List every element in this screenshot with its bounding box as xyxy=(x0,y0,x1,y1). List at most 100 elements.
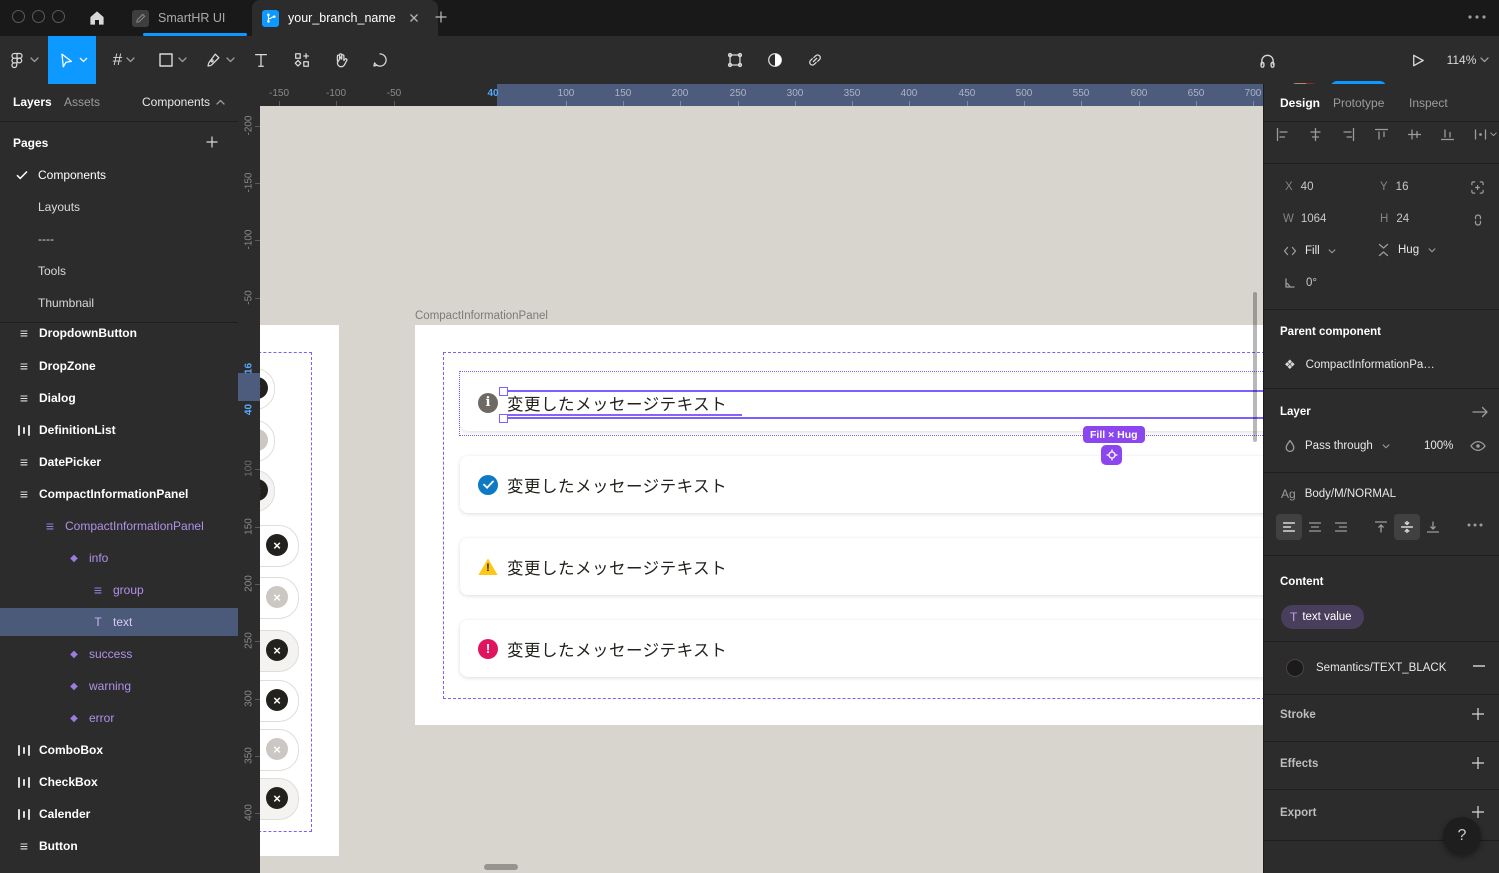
canvas[interactable]: × × × × × × × × × CompactInformationPane… xyxy=(238,84,1263,873)
visibility-toggle[interactable] xyxy=(1470,440,1486,452)
tab-prototype[interactable]: Prototype xyxy=(1333,96,1384,110)
window-overflow-menu[interactable] xyxy=(1466,13,1488,21)
vertical-resizing-control[interactable]: Hug xyxy=(1378,243,1436,257)
link-button[interactable] xyxy=(795,36,835,84)
text-tool[interactable] xyxy=(242,36,280,84)
move-tool[interactable] xyxy=(48,36,96,84)
fill-style-row[interactable]: Semantics/TEXT_BLACK xyxy=(1286,659,1446,677)
height-field[interactable]: H 24 xyxy=(1380,213,1409,225)
pen-tool[interactable] xyxy=(196,36,242,84)
x-field[interactable]: X 40 xyxy=(1285,181,1313,193)
auto-layout-handle[interactable] xyxy=(1101,445,1122,465)
window-close-button[interactable] xyxy=(12,10,25,23)
layer-goto-button[interactable] xyxy=(1472,405,1488,419)
page-switcher[interactable]: Components xyxy=(142,95,225,109)
error-panel-card[interactable]: ! 変更したメッセージテキスト xyxy=(460,620,1263,677)
vertical-align-top-button[interactable] xyxy=(1368,514,1394,540)
main-menu-button[interactable] xyxy=(0,36,47,84)
page-item-thumbnail[interactable]: Thumbnail xyxy=(0,289,276,317)
home-tab[interactable] xyxy=(86,7,108,29)
page-item-separator[interactable]: ---- xyxy=(0,225,276,253)
page-item-tools[interactable]: Tools xyxy=(0,257,276,285)
remove-fill-button[interactable] xyxy=(1473,665,1485,667)
zoom-menu[interactable]: 114% xyxy=(1440,36,1496,84)
rotation-field[interactable]: 0° xyxy=(1284,277,1317,289)
page-item-layouts[interactable]: Layouts xyxy=(0,193,276,221)
resources-tool[interactable] xyxy=(282,36,322,84)
layer-row-button[interactable]: ≡ Button xyxy=(0,832,254,860)
window-zoom-button[interactable] xyxy=(52,10,65,23)
layer-row-dropdownbutton[interactable]: ≡ DropdownButton xyxy=(0,319,254,347)
align-h-center-icon[interactable] xyxy=(1309,128,1322,141)
layer-row-compactinformationpanel[interactable]: ≡ CompactInformationPanel xyxy=(0,480,254,508)
vertical-align-bottom-button[interactable] xyxy=(1420,514,1446,540)
blend-mode-control[interactable]: Pass through xyxy=(1284,439,1390,453)
horizontal-resizing-control[interactable]: Fill xyxy=(1283,245,1336,257)
layer-row-definitionlist[interactable]: DefinitionList xyxy=(0,416,254,444)
warning-panel-card[interactable]: ! 変更したメッセージテキスト xyxy=(460,538,1263,595)
present-button[interactable] xyxy=(1398,36,1436,84)
audio-button[interactable] xyxy=(1248,36,1286,84)
tab-inspect[interactable]: Inspect xyxy=(1409,96,1448,110)
tab-layers[interactable]: Layers xyxy=(13,95,52,109)
tab-assets[interactable]: Assets xyxy=(64,95,100,109)
width-field[interactable]: W 1064 xyxy=(1283,213,1326,225)
window-minimize-button[interactable] xyxy=(32,10,45,23)
frame-align-button[interactable] xyxy=(1470,180,1485,195)
layer-row-dialog[interactable]: ≡ Dialog xyxy=(0,384,254,412)
message-text[interactable]: 変更したメッセージテキスト xyxy=(507,391,727,415)
layer-row-checkbox[interactable]: CheckBox xyxy=(0,768,254,796)
message-text[interactable]: 変更したメッセージテキスト xyxy=(507,637,727,661)
add-stroke-button[interactable] xyxy=(1471,707,1485,721)
text-align-left-button[interactable] xyxy=(1276,514,1302,540)
message-text[interactable]: 変更したメッセージテキスト xyxy=(507,555,727,579)
text-align-center-button[interactable] xyxy=(1302,514,1328,540)
shape-tool[interactable] xyxy=(148,36,196,84)
selection-handle[interactable] xyxy=(499,414,508,423)
close-tab-icon[interactable] xyxy=(409,13,419,23)
vertical-scrollbar[interactable] xyxy=(1253,292,1257,442)
success-panel-card[interactable]: 変更したメッセージテキスト xyxy=(460,456,1263,513)
color-swatch[interactable] xyxy=(1286,659,1304,677)
autolayout-vertical-icon: ≡ xyxy=(20,487,28,501)
layer-row-datepicker[interactable]: ≡ DatePicker xyxy=(0,448,254,476)
frame-tool[interactable]: # xyxy=(100,36,148,84)
opacity-value[interactable]: 100% xyxy=(1424,440,1453,452)
text-align-right-button[interactable] xyxy=(1328,514,1354,540)
y-field[interactable]: Y 16 xyxy=(1380,181,1408,193)
edit-object-button[interactable] xyxy=(715,36,755,84)
angle-icon xyxy=(1284,277,1296,289)
align-bottom-icon[interactable] xyxy=(1441,128,1454,141)
parent-component-row[interactable]: ❖ CompactInformationPa… xyxy=(1284,358,1435,371)
tab-your-branch-name[interactable]: your_branch_name xyxy=(252,0,438,36)
add-page-button[interactable] xyxy=(204,134,220,150)
help-button[interactable]: ? xyxy=(1443,817,1481,855)
tab-design[interactable]: Design xyxy=(1280,96,1320,110)
align-v-center-icon[interactable] xyxy=(1408,128,1421,141)
align-right-icon[interactable] xyxy=(1342,128,1355,141)
message-text[interactable]: 変更したメッセージテキスト xyxy=(507,473,727,497)
layer-row-calender[interactable]: Calender xyxy=(0,800,254,828)
new-tab-button[interactable] xyxy=(432,8,450,26)
type-settings-button[interactable] xyxy=(1466,522,1484,528)
tab-smarthr-ui[interactable]: SmartHR UI xyxy=(124,0,264,36)
frame-label[interactable]: CompactInformationPanel xyxy=(415,310,548,322)
layer-row-dropzone[interactable]: ≡ DropZone xyxy=(0,352,254,380)
horizontal-scrollbar[interactable] xyxy=(484,864,518,870)
text-style-row[interactable]: Ag Body/M/NORMAL xyxy=(1281,487,1396,501)
content-value-chip[interactable]: T text value xyxy=(1281,605,1364,629)
align-left-icon[interactable] xyxy=(1276,128,1289,141)
selection-handle[interactable] xyxy=(499,387,508,396)
distribute-menu[interactable] xyxy=(1474,128,1497,141)
hand-tool[interactable] xyxy=(322,36,360,84)
vertical-align-middle-button[interactable] xyxy=(1394,514,1420,540)
mask-button[interactable] xyxy=(755,36,795,84)
add-effect-button[interactable] xyxy=(1471,756,1485,770)
info-panel-card[interactable]: i 変更したメッセージテキスト xyxy=(460,374,1263,431)
align-top-icon[interactable] xyxy=(1375,128,1388,141)
page-item-components[interactable]: Components xyxy=(0,161,238,189)
add-export-button[interactable] xyxy=(1471,805,1485,819)
layer-row-combobox[interactable]: ComboBox xyxy=(0,736,254,764)
constrain-proportions-button[interactable] xyxy=(1471,212,1485,228)
comment-tool[interactable] xyxy=(360,36,400,84)
